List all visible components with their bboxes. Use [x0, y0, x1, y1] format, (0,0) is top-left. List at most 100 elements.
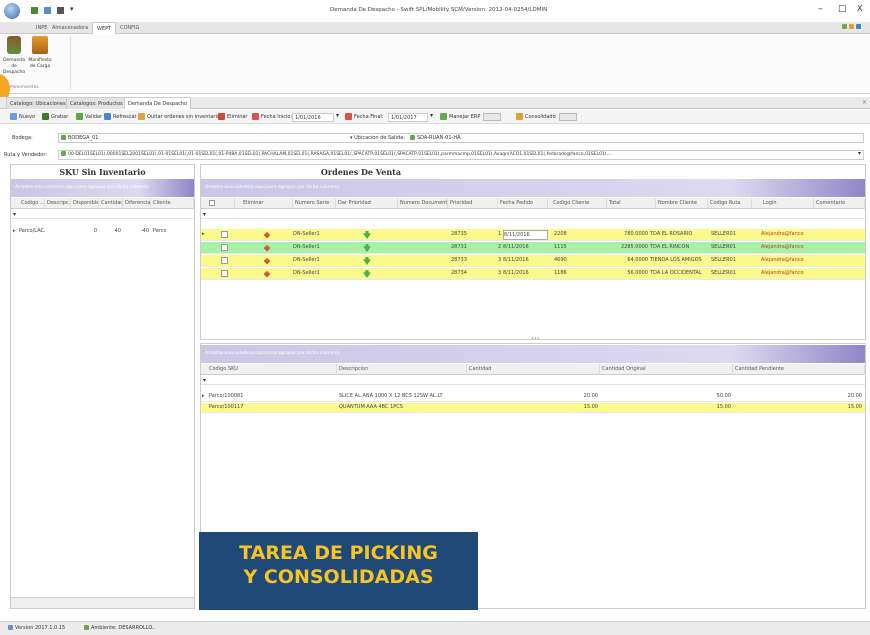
manejar-erp-toggle[interactable]: Manejar ERP	[440, 111, 502, 123]
settings-icon[interactable]	[842, 24, 847, 29]
orders-col-ruta[interactable]: Codigo Ruta	[708, 198, 752, 209]
priority-arrow-icon[interactable]	[363, 244, 371, 252]
row-checkbox[interactable]	[221, 257, 228, 264]
sku-col-disponible[interactable]: Disponible	[71, 198, 99, 209]
grabar-label: Grabar	[51, 114, 69, 120]
orders-col-login[interactable]: Login	[761, 198, 814, 209]
fecha-inicio-input[interactable]: 1/01/2016	[292, 113, 334, 122]
overlay-line-1: TAREA DE PICKING	[239, 542, 438, 564]
user-icon[interactable]	[849, 24, 854, 29]
ruta-value: 00-DEL01SEL01(,00001SEL2001SEL01(,01-01S…	[68, 152, 613, 157]
table-row[interactable]: ▸ Parco/100081 SLICE AL ANA 1000 X 12 BCS …	[201, 392, 865, 402]
fecha-inicio-dropdown-icon[interactable]: ▾	[336, 112, 339, 119]
row-checkbox[interactable]	[221, 244, 228, 251]
ribbon-tab-inpe[interactable]: INPE	[36, 22, 47, 34]
close-button[interactable]: X	[857, 4, 862, 13]
ubicacion-value: SDA-RUAN-01-HA	[417, 135, 461, 141]
orders-col-total[interactable]: Total	[607, 198, 656, 209]
table-row[interactable]: ▸ DN-Seller1 28735 1 8/11/2016 2208 780.0000 TD…	[201, 229, 865, 241]
manejar-switch[interactable]	[483, 112, 502, 121]
table-row[interactable]: DN-Seller1 28734 3 8/11/2016 1186 56.0000 TDA …	[201, 268, 865, 280]
orders-col-cliente[interactable]: Codigo Cliente	[551, 198, 607, 209]
orders-col-eliminar[interactable]: Eliminar	[241, 198, 293, 209]
order-cell-nombre: TDA EL RINCON	[650, 244, 690, 250]
table-row[interactable]: ▸ Parco/LAC... 0 40 -40 Parco	[11, 227, 194, 237]
sku-col-cliente[interactable]: Cliente	[151, 198, 194, 209]
doc-quick-icon[interactable]	[44, 7, 51, 14]
select-all-checkbox[interactable]	[209, 199, 215, 206]
orders-col-nombre[interactable]: Nombre Cliente	[656, 198, 708, 209]
help-icon[interactable]	[856, 24, 861, 29]
orders-col-check[interactable]	[207, 198, 235, 209]
consolidado-switch[interactable]	[558, 112, 577, 121]
ruta-select[interactable]: 00-DEL01SEL01(,00001SEL2001SEL01(,01-01S…	[58, 150, 864, 160]
new-doc-icon	[10, 113, 17, 120]
quitar-button[interactable]: Quitar ordenes sin inventario	[138, 111, 220, 123]
ubicacion-select[interactable]: SDA-RUAN-01-HA	[410, 135, 461, 141]
minimize-button[interactable]: –	[818, 4, 823, 14]
orders-col-dar-prioridad[interactable]: Dar Prioridad	[336, 198, 398, 209]
nuevo-button[interactable]: Nuevo	[10, 111, 35, 123]
sku-col-codigo[interactable]: Codigo ...	[19, 198, 45, 209]
priority-arrow-icon[interactable]	[363, 270, 371, 278]
sku-header-row: Codigo ... Descripc... Disponible Cantid…	[11, 198, 194, 209]
detail-col-cantidad[interactable]: Cantidad	[467, 364, 600, 375]
delete-pencil-icon[interactable]	[263, 270, 271, 278]
ribbon-tab-wept[interactable]: WEPT	[92, 22, 117, 34]
eliminar-button[interactable]: Eliminar	[218, 111, 248, 123]
fecha-final-dropdown-icon[interactable]: ▾	[430, 112, 433, 119]
sku-col-cantidad[interactable]: Cantidad	[99, 198, 123, 209]
sku-filter-row[interactable]: ▾	[11, 210, 194, 219]
table-row[interactable]: DN-Seller1 28733 3 8/11/2016 4690 64.0000 TIEN…	[201, 255, 865, 267]
table-row[interactable]: DN-Seller1 28731 2 8/11/2016 1115 2285.0000 TD…	[201, 242, 865, 254]
priority-arrow-icon[interactable]	[363, 257, 371, 265]
priority-arrow-icon[interactable]	[363, 231, 371, 239]
ribbon-tab-config[interactable]: CONFIG	[120, 22, 139, 34]
order-cell-fecha[interactable]: 8/11/2016	[503, 230, 548, 240]
delete-pencil-icon[interactable]	[263, 244, 271, 252]
doc-tab-close-icon[interactable]: ×	[862, 99, 867, 106]
ruta-dropdown-icon[interactable]: ▾	[858, 150, 861, 157]
validar-button[interactable]: Validar	[76, 111, 102, 123]
detail-col-descripcion[interactable]: Descripcion	[337, 364, 467, 375]
save-quick-icon[interactable]	[31, 7, 38, 14]
doc-tab-productos[interactable]: Catalogos: Productos	[66, 97, 127, 109]
orders-col-serie[interactable]: Numero Serie	[293, 198, 336, 209]
detail-col-original[interactable]: Cantidad Original	[600, 364, 733, 375]
orders-col-comentario[interactable]: Comentario	[814, 198, 865, 209]
ribbon-tab-almacenadora[interactable]: Almacenadora	[52, 22, 88, 34]
ribbon-group-divider	[70, 36, 71, 90]
quick-access-dropdown-icon[interactable]: ▾	[70, 5, 74, 13]
refrescar-button[interactable]: Refrescar	[104, 111, 137, 123]
splitter-handle-icon[interactable]: •••	[531, 336, 540, 342]
maximize-button[interactable]: □	[838, 4, 847, 14]
detail-col-sku[interactable]: Codigo SKU	[207, 364, 337, 375]
orders-col-documento[interactable]: Numero Documento	[398, 198, 448, 209]
ubicacion-label: ▾ Ubicacion de Salida:	[350, 135, 405, 141]
delete-pencil-icon[interactable]	[263, 257, 271, 265]
orders-col-fecha[interactable]: Fecha Pedido	[498, 198, 548, 209]
app-logo-icon[interactable]	[4, 3, 20, 19]
order-cell-ruta: SELLER01	[711, 244, 736, 250]
ribbon-button-manifiesto[interactable]: Manifiesto de Carga	[28, 36, 52, 84]
row-checkbox[interactable]	[221, 231, 228, 238]
fecha-final-input[interactable]: 1/01/2017	[388, 113, 428, 122]
sku-col-diferencia[interactable]: Diferencia	[123, 198, 151, 209]
grabar-button[interactable]: Grabar	[42, 111, 68, 123]
order-cell-documento: 28735	[451, 231, 467, 237]
sku-col-descripcion[interactable]: Descripc...	[45, 198, 71, 209]
doc-tab-demanda[interactable]: Demanda De Despacho	[124, 97, 192, 109]
row-checkbox[interactable]	[221, 270, 228, 277]
doc-tab-ubicaciones[interactable]: Catalogo: Ubicaciones	[6, 97, 70, 109]
orders-filter-row[interactable]: ▾	[201, 210, 865, 219]
table-row[interactable]: Parco/100117 QUANTUM AAA 4BC 1PCS 15.00 15.…	[201, 403, 865, 413]
detail-col-pendiente[interactable]: Cantidad Pendiente	[733, 364, 865, 375]
print-quick-icon[interactable]	[57, 7, 64, 14]
bodega-value: BODEGA_01	[68, 135, 99, 141]
orders-col-prioridad[interactable]: Prioridad	[448, 198, 498, 209]
consolidado-toggle[interactable]: Consolidado	[516, 111, 577, 123]
detail-cell-original: 15.00	[716, 404, 731, 410]
bodega-select[interactable]: BODEGA_01	[58, 133, 864, 143]
detail-filter-row[interactable]: ▾	[201, 376, 865, 385]
delete-pencil-icon[interactable]	[263, 231, 271, 239]
